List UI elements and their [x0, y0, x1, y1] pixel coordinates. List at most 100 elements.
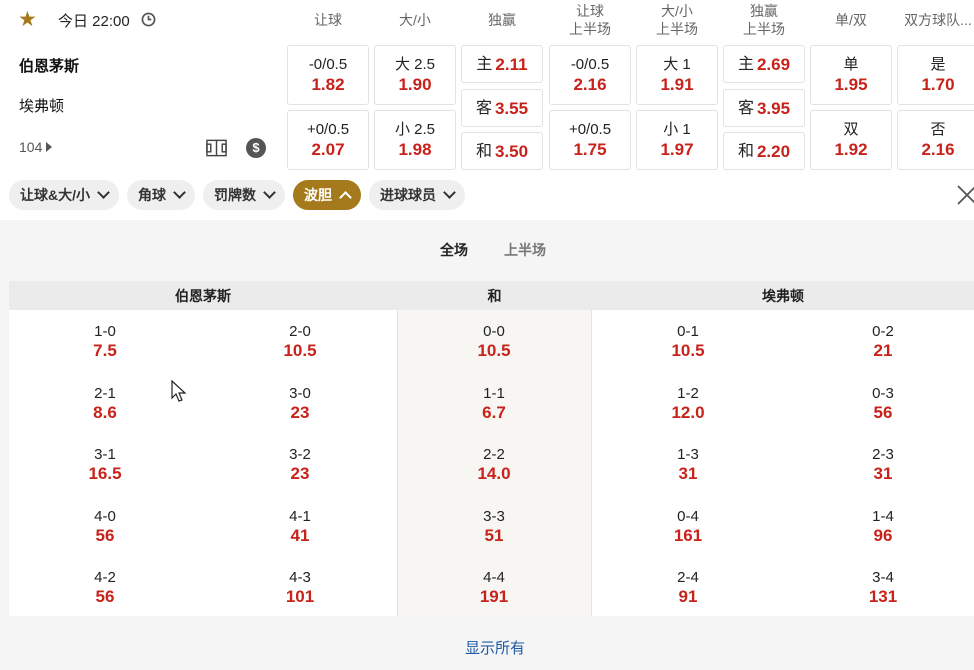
score-price: 56 — [95, 587, 115, 606]
period-tabs: 全场 上半场 — [440, 240, 546, 260]
column-header-ou: 大/小 — [372, 0, 458, 40]
filter-chip[interactable]: 罚牌数 — [203, 180, 285, 210]
filter-chip[interactable]: 波胆 — [293, 180, 361, 210]
favorite-star-icon[interactable]: ★ — [18, 9, 40, 31]
score-price: 191 — [479, 587, 509, 606]
odds-line: 单 — [843, 56, 859, 73]
score-odds-cell[interactable]: 4-1 41 — [240, 507, 360, 546]
score-price: 51 — [484, 526, 504, 545]
score-label: 1-3 — [677, 446, 699, 463]
odds-line: 和 — [737, 142, 754, 160]
score-odds-cell[interactable]: 2-2 14.0 — [434, 445, 554, 484]
score-odds-cell[interactable]: 2-3 31 — [823, 445, 943, 484]
away-team-name: 埃弗顿 — [19, 98, 65, 115]
score-price: 131 — [868, 587, 898, 606]
score-label: 2-1 — [94, 385, 116, 402]
score-odds-cell[interactable]: 4-0 56 — [45, 507, 165, 546]
match-odds-panel: ★ 今日 22:00 伯恩茅斯 埃弗顿 104 $ 让球 -0/0.5 1.82 +0… — [0, 0, 974, 670]
odds-line: 小 1 — [663, 121, 691, 138]
period-tab[interactable]: 上半场 — [504, 240, 546, 260]
odds-button-ht_1x2[interactable]: 客 3.95 — [723, 89, 805, 127]
odds-price: 1.92 — [834, 140, 868, 159]
score-odds-cell[interactable]: 4-3 101 — [240, 568, 360, 607]
odds-button-handicap[interactable]: +0/0.5 2.07 — [287, 110, 369, 170]
column-header-ht_1x2: 独赢 上半场 — [721, 0, 807, 40]
score-odds-cell[interactable]: 2-0 10.5 — [240, 322, 360, 361]
odds-button-ht_1x2[interactable]: 和 2.20 — [723, 132, 805, 170]
filter-chip[interactable]: 进球球员 — [369, 180, 465, 210]
score-odds-cell[interactable]: 1-0 7.5 — [45, 322, 165, 361]
odds-price: 2.16 — [573, 75, 607, 94]
filter-chip[interactable]: 角球 — [127, 180, 195, 210]
period-tab[interactable]: 全场 — [440, 240, 468, 260]
score-odds-cell[interactable]: 1-3 31 — [628, 445, 748, 484]
score-price: 101 — [285, 587, 315, 606]
filter-chip[interactable]: 让球&大/小 — [9, 180, 119, 210]
odds-button-1x2[interactable]: 主 2.11 — [461, 45, 543, 83]
score-odds-cell[interactable]: 3-4 131 — [823, 568, 943, 607]
score-odds-cell[interactable]: 0-0 10.5 — [434, 322, 554, 361]
score-odds-cell[interactable]: 0-2 21 — [823, 322, 943, 361]
odds-price: 3.95 — [756, 98, 791, 118]
odds-button-1x2[interactable]: 和 3.50 — [461, 132, 543, 170]
odds-button-oe[interactable]: 双 1.92 — [810, 110, 892, 170]
score-odds-cell[interactable]: 3-2 23 — [240, 445, 360, 484]
odds-price: 1.95 — [834, 75, 868, 94]
score-odds-cell[interactable]: 0-1 10.5 — [628, 322, 748, 361]
score-odds-cell[interactable]: 3-0 23 — [240, 384, 360, 423]
score-label: 2-4 — [677, 569, 699, 586]
dollar-icon[interactable]: $ — [246, 138, 266, 158]
column-header-label: 大/小 — [399, 12, 431, 28]
odds-price: 3.50 — [494, 141, 529, 161]
odds-price: 3.55 — [494, 98, 529, 118]
odds-button-ht_handicap[interactable]: -0/0.5 2.16 — [549, 45, 631, 105]
more-markets-link[interactable]: 104 — [19, 139, 53, 155]
odds-button-handicap[interactable]: -0/0.5 1.82 — [287, 45, 369, 105]
odds-button-btts[interactable]: 是 1.70 — [897, 45, 974, 105]
odds-button-ht_handicap[interactable]: +0/0.5 1.75 — [549, 110, 631, 170]
close-icon[interactable] — [955, 183, 974, 207]
pitch-stats-icon[interactable] — [206, 138, 227, 158]
column-header-1x2: 独赢 — [459, 0, 545, 40]
score-odds-cell[interactable]: 1-2 12.0 — [628, 384, 748, 423]
show-all-link[interactable]: 显示所有 — [0, 637, 974, 658]
score-odds-cell[interactable]: 2-4 91 — [628, 568, 748, 607]
score-label: 1-0 — [94, 323, 116, 340]
score-price: 23 — [290, 464, 310, 483]
score-label: 1-2 — [677, 385, 699, 402]
chevron-down-icon — [443, 186, 456, 199]
score-odds-cell[interactable]: 0-4 161 — [628, 507, 748, 546]
odds-button-ht_ou[interactable]: 大 1 1.91 — [636, 45, 718, 105]
score-odds-cell[interactable]: 1-4 96 — [823, 507, 943, 546]
score-odds-cell[interactable]: 0-3 56 — [823, 384, 943, 423]
odds-button-ou[interactable]: 小 2.5 1.98 — [374, 110, 456, 170]
score-odds-cell[interactable]: 3-1 16.5 — [45, 445, 165, 484]
odds-button-ht_ou[interactable]: 小 1 1.97 — [636, 110, 718, 170]
chevron-down-icon — [263, 186, 276, 199]
filter-chip-label: 角球 — [138, 187, 166, 203]
score-price: 6.7 — [482, 403, 506, 422]
odds-button-ht_1x2[interactable]: 主 2.69 — [723, 45, 805, 83]
score-odds-cell[interactable]: 4-4 191 — [434, 568, 554, 607]
chevron-down-icon — [173, 186, 186, 199]
column-header-oe: 单/双 — [808, 0, 894, 40]
score-label: 0-2 — [872, 323, 894, 340]
score-price: 56 — [873, 403, 893, 422]
score-label: 3-0 — [289, 385, 311, 402]
odds-line: 客 — [475, 99, 492, 117]
odds-button-1x2[interactable]: 客 3.55 — [461, 89, 543, 127]
column-header-ht_handicap: 让球 上半场 — [547, 0, 633, 40]
score-odds-cell[interactable]: 4-2 56 — [45, 568, 165, 607]
odds-button-btts[interactable]: 否 2.16 — [897, 110, 974, 170]
score-label: 4-4 — [483, 569, 505, 586]
odds-button-ou[interactable]: 大 2.5 1.90 — [374, 45, 456, 105]
odds-line: 否 — [930, 121, 946, 138]
score-label: 3-1 — [94, 446, 116, 463]
score-odds-cell[interactable]: 2-1 8.6 — [45, 384, 165, 423]
filter-chip-label: 罚牌数 — [214, 187, 256, 203]
odds-button-oe[interactable]: 单 1.95 — [810, 45, 892, 105]
score-price: 31 — [873, 464, 893, 483]
score-label: 0-3 — [872, 385, 894, 402]
score-odds-cell[interactable]: 3-3 51 — [434, 507, 554, 546]
score-odds-cell[interactable]: 1-1 6.7 — [434, 384, 554, 423]
